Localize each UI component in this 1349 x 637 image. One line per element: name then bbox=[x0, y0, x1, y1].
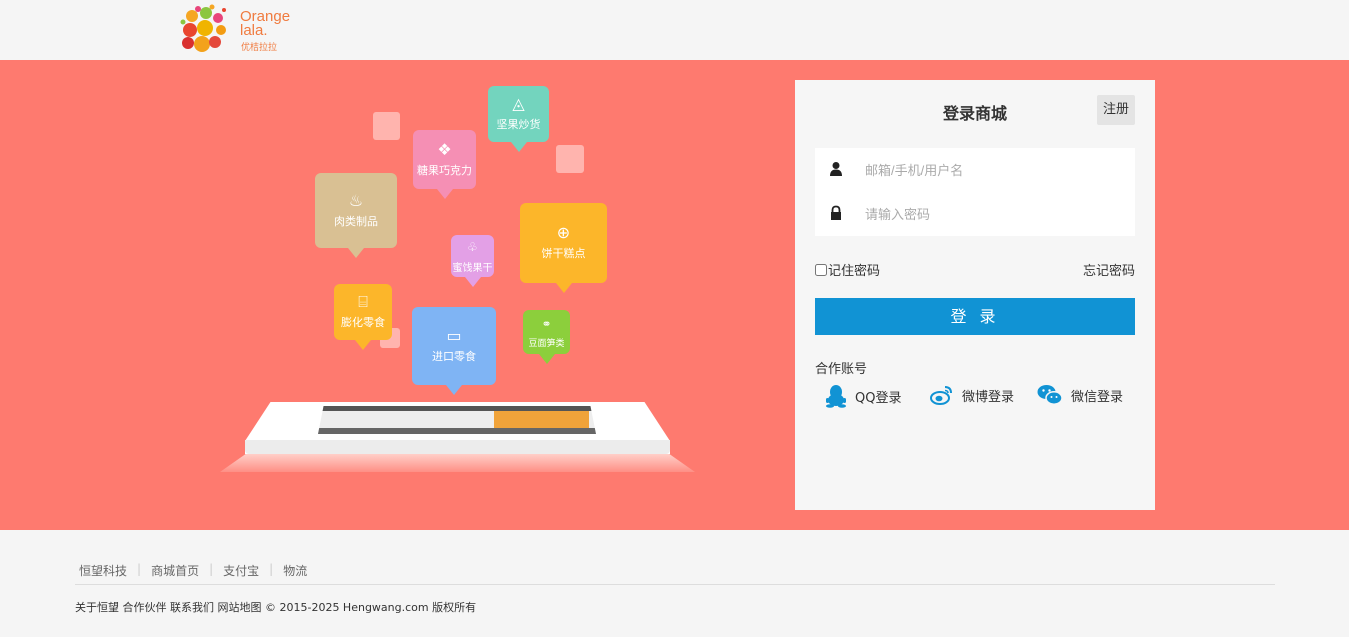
forgot-password-link[interactable]: 忘记密码 bbox=[1083, 260, 1135, 279]
footer-link[interactable]: 恒望科技 bbox=[79, 562, 127, 579]
category-bean-products[interactable]: ⚭ 豆面笋类 bbox=[523, 310, 570, 364]
category-label: 蜜饯果干 bbox=[452, 262, 493, 274]
category-puffed-snacks[interactable]: ⌸ 膨化零食 bbox=[334, 284, 392, 350]
wechat-login-label: 微信登录 bbox=[1071, 389, 1124, 405]
decor-square bbox=[556, 145, 584, 173]
login-form bbox=[815, 148, 1135, 236]
remember-checkbox[interactable] bbox=[815, 263, 827, 276]
biscuit-icon: ⊕ bbox=[556, 223, 571, 242]
decor-square bbox=[373, 112, 400, 140]
banner: ◬ 坚果炒货 ❖ 糖果巧克力 ♨ 肉类制品 ♧ 蜜饯果干 ⊕ 饼干糕点 ⌸ 膨化… bbox=[0, 60, 1349, 530]
username-row bbox=[815, 148, 1135, 192]
meat-icon: ♨ bbox=[348, 190, 364, 210]
tablet-screen bbox=[318, 406, 596, 434]
copyright: 关于恒望 合作伙伴 联系我们 网站地图 © 2015-2025 Hengwang… bbox=[75, 601, 477, 614]
footer-separator: | bbox=[209, 562, 214, 576]
wechat-login[interactable]: 微信登录 bbox=[1037, 384, 1123, 406]
footer-link[interactable]: 商城首页 bbox=[151, 562, 199, 579]
username-input[interactable] bbox=[865, 158, 1120, 182]
brand-tagline: 优桔拉拉 bbox=[241, 43, 278, 53]
tablet-edge bbox=[245, 440, 670, 454]
footer-links: 恒望科技 | 商城首页 | 支付宝 | 物流 bbox=[79, 562, 307, 579]
chips-icon: ⌸ bbox=[358, 292, 368, 311]
category-label: 坚果炒货 bbox=[496, 118, 541, 131]
category-label: 饼干糕点 bbox=[541, 247, 586, 260]
qq-login-label: QQ登录 bbox=[855, 390, 902, 406]
category-nuts[interactable]: ◬ 坚果炒货 bbox=[488, 86, 549, 152]
category-label: 膨化零食 bbox=[341, 316, 385, 329]
header: Orange lala. 优桔拉拉 bbox=[0, 0, 1349, 60]
wechat-icon bbox=[1037, 385, 1063, 405]
weibo-login[interactable]: 微博登录 bbox=[930, 384, 1014, 406]
lock-icon bbox=[831, 205, 841, 220]
user-icon bbox=[830, 162, 842, 176]
qq-login[interactable]: QQ登录 bbox=[825, 384, 901, 408]
category-meat[interactable]: ♨ 肉类制品 bbox=[315, 173, 397, 258]
password-input[interactable] bbox=[865, 202, 1120, 226]
nut-icon: ◬ bbox=[512, 94, 525, 113]
weibo-icon bbox=[930, 386, 952, 405]
hero-illustration: ◬ 坚果炒货 ❖ 糖果巧克力 ♨ 肉类制品 ♧ 蜜饯果干 ⊕ 饼干糕点 ⌸ 膨化… bbox=[0, 60, 760, 530]
login-button[interactable]: 登 录 bbox=[815, 298, 1135, 335]
tablet-shadow bbox=[220, 452, 695, 472]
footer-separator: | bbox=[137, 562, 142, 576]
remember-password[interactable]: 记住密码 bbox=[815, 260, 880, 279]
brand-name: Orange lala. bbox=[240, 9, 290, 39]
import-icon: ▭ bbox=[446, 326, 462, 345]
category-label: 进口零食 bbox=[432, 350, 476, 363]
footer-link[interactable]: 支付宝 bbox=[223, 562, 259, 579]
category-candy[interactable]: ❖ 糖果巧克力 bbox=[413, 130, 476, 199]
category-label: 糖果巧克力 bbox=[417, 163, 472, 177]
weibo-login-label: 微博登录 bbox=[962, 389, 1015, 405]
footer-divider bbox=[75, 584, 1275, 585]
cherry-icon: ♧ bbox=[467, 239, 478, 254]
category-label: 肉类制品 bbox=[334, 214, 378, 228]
category-label: 豆面笋类 bbox=[528, 338, 565, 349]
partner-label: 合作账号 bbox=[815, 362, 868, 377]
skewer-icon: ⚭ bbox=[541, 316, 552, 331]
register-button[interactable]: 注册 bbox=[1097, 95, 1135, 125]
qq-icon bbox=[826, 385, 846, 408]
footer-separator: | bbox=[269, 562, 274, 576]
candy-icon: ❖ bbox=[437, 139, 452, 159]
orange-logo-icon bbox=[180, 4, 226, 52]
remember-label: 记住密码 bbox=[828, 264, 881, 279]
brand-logo[interactable]: Orange lala. 优桔拉拉 bbox=[178, 4, 298, 56]
password-row bbox=[815, 192, 1135, 236]
category-dried-fruit[interactable]: ♧ 蜜饯果干 bbox=[451, 235, 494, 287]
category-biscuit[interactable]: ⊕ 饼干糕点 bbox=[520, 203, 607, 293]
brand-name-line2: lala. bbox=[240, 22, 268, 39]
category-imported[interactable]: ▭ 进口零食 bbox=[412, 307, 496, 395]
footer-link[interactable]: 物流 bbox=[283, 562, 307, 579]
login-panel: 登录商城 注册 记住密码 忘记密码 登 录 bbox=[795, 80, 1155, 510]
